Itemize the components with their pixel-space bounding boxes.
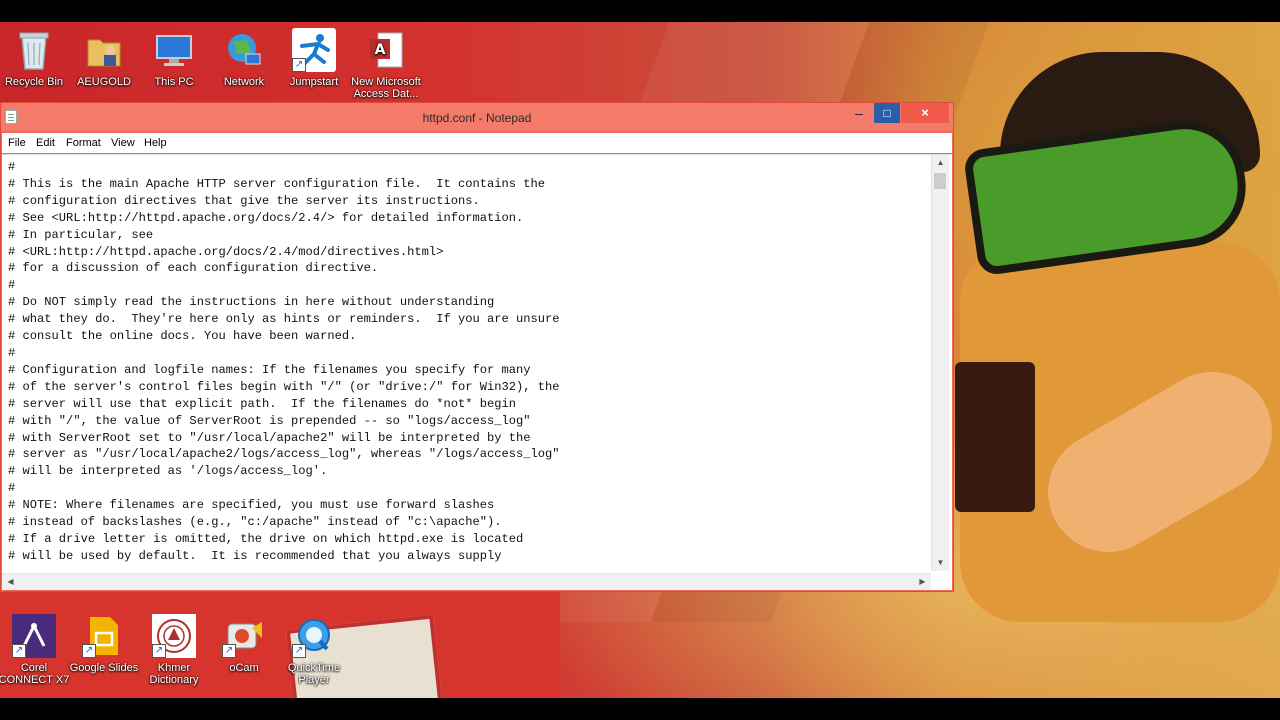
wallpaper-band xyxy=(962,113,1254,277)
text-line: # server will use that explicit path. If… xyxy=(8,396,517,411)
text-line: # will be used by default. It is recomme… xyxy=(8,548,502,563)
access-database-icon: A xyxy=(364,28,408,72)
menu-view[interactable]: View xyxy=(111,137,135,149)
desktop-icon-this-pc[interactable]: This PC xyxy=(137,28,211,88)
wallpaper-arm xyxy=(1026,350,1280,574)
text-line: # In particular, see xyxy=(8,227,154,242)
desktop-icon-khmer-dictionary[interactable]: ↗ Khmer Dictionary xyxy=(137,614,211,686)
shortcut-arrow-icon: ↗ xyxy=(222,644,236,658)
text-editor[interactable]: # # This is the main Apache HTTP server … xyxy=(8,159,923,571)
menu-bar: File Edit Format View Help xyxy=(2,133,952,153)
scroll-up-icon[interactable]: ▲ xyxy=(932,155,949,171)
vertical-scroll-thumb[interactable] xyxy=(934,173,946,189)
text-line: # for a discussion of each configuration… xyxy=(8,261,379,276)
svg-text:A: A xyxy=(375,42,386,58)
text-line: # Configuration and logfile names: If th… xyxy=(8,362,531,377)
khmer-dictionary-icon: ↗ xyxy=(152,614,196,658)
close-button[interactable]: × xyxy=(901,103,949,123)
shortcut-arrow-icon: ↗ xyxy=(292,644,306,658)
user-folder-icon xyxy=(82,28,126,72)
shortcut-arrow-icon: ↗ xyxy=(12,644,26,658)
desktop-icon-network[interactable]: Network xyxy=(207,28,281,88)
wallpaper-hat xyxy=(1000,52,1260,172)
text-line: # with "/", the value of ServerRoot is p… xyxy=(8,413,531,428)
title-bar[interactable]: httpd.conf - Notepad – □ × xyxy=(1,103,953,131)
text-line: # with ServerRoot set to "/usr/local/apa… xyxy=(8,430,531,445)
shortcut-arrow-icon: ↗ xyxy=(152,644,166,658)
text-line: # server as "/usr/local/apache2/logs/acc… xyxy=(8,447,560,462)
desktop-icon-access-database[interactable]: A New Microsoft Access Dat... xyxy=(349,28,423,100)
window-title: httpd.conf - Notepad xyxy=(422,111,532,125)
jumpstart-icon: ↗ xyxy=(292,28,336,72)
corel-connect-icon: ↗ xyxy=(12,614,56,658)
text-line: # xyxy=(8,278,16,293)
scroll-right-icon[interactable]: ▶ xyxy=(914,574,931,590)
text-line: # xyxy=(8,160,16,174)
shortcut-arrow-icon: ↗ xyxy=(82,644,96,658)
recycle-bin-icon xyxy=(12,28,56,72)
menu-file[interactable]: File xyxy=(8,137,26,149)
text-line: # xyxy=(8,481,16,496)
text-line: # xyxy=(8,345,16,360)
desktop-icon-user-folder[interactable]: AEUGOLD xyxy=(67,28,141,88)
text-line: # instead of backslashes (e.g., "c:/apac… xyxy=(8,515,502,530)
text-line: # consult the online docs. You have been… xyxy=(8,329,357,344)
ocam-icon: ↗ xyxy=(222,614,266,658)
scroll-down-icon[interactable]: ▼ xyxy=(932,555,949,571)
text-line: # <URL:http://httpd.apache.org/docs/2.4/… xyxy=(8,244,444,259)
desktop-icon-ocam[interactable]: ↗ oCam xyxy=(207,614,281,674)
menu-help[interactable]: Help xyxy=(144,137,167,149)
desktop-icon-google-slides[interactable]: ↗ Google Slides xyxy=(67,614,141,674)
google-slides-icon: ↗ xyxy=(82,614,126,658)
text-line: # configuration directives that give the… xyxy=(8,193,480,208)
scroll-left-icon[interactable]: ◀ xyxy=(2,574,19,590)
quicktime-player-icon: ↗ xyxy=(292,614,336,658)
desktop-icon-recycle-bin[interactable]: Recycle Bin xyxy=(0,28,71,88)
editor-area: # # This is the main Apache HTTP server … xyxy=(2,154,952,590)
vertical-scrollbar[interactable]: ▲ ▼ xyxy=(931,155,949,571)
text-line: # NOTE: Where filenames are specified, y… xyxy=(8,498,495,513)
text-line: # This is the main Apache HTTP server co… xyxy=(8,176,546,191)
text-line: # will be interpreted as '/logs/access_l… xyxy=(8,464,328,479)
wallpaper-shadow xyxy=(955,362,1035,512)
horizontal-scrollbar[interactable]: ◀ ▶ xyxy=(2,573,931,590)
desktop-icon-quicktime-player[interactable]: ↗ QuickTime Player xyxy=(277,614,351,686)
notepad-window: httpd.conf - Notepad – □ × File Edit For… xyxy=(0,102,954,592)
maximize-button[interactable]: □ xyxy=(874,103,900,123)
text-line: # Do NOT simply read the instructions in… xyxy=(8,295,495,310)
text-line: # See <URL:http://httpd.apache.org/docs/… xyxy=(8,210,524,225)
wallpaper-character xyxy=(960,242,1280,622)
menu-format[interactable]: Format xyxy=(66,137,101,149)
menu-edit[interactable]: Edit xyxy=(36,137,55,149)
minimize-button[interactable]: – xyxy=(846,103,872,123)
text-line: # of the server's control files begin wi… xyxy=(8,379,560,394)
network-icon xyxy=(222,28,266,72)
text-line: # If a drive letter is omitted, the driv… xyxy=(8,531,524,546)
text-line: # what they do. They're here only as hin… xyxy=(8,312,560,327)
shortcut-arrow-icon: ↗ xyxy=(292,58,306,72)
desktop-icon-corel-connect[interactable]: ↗ Corel CONNECT X7 xyxy=(0,614,71,686)
desktop-icon-jumpstart[interactable]: ↗ Jumpstart xyxy=(277,28,351,88)
this-pc-icon xyxy=(152,28,196,72)
